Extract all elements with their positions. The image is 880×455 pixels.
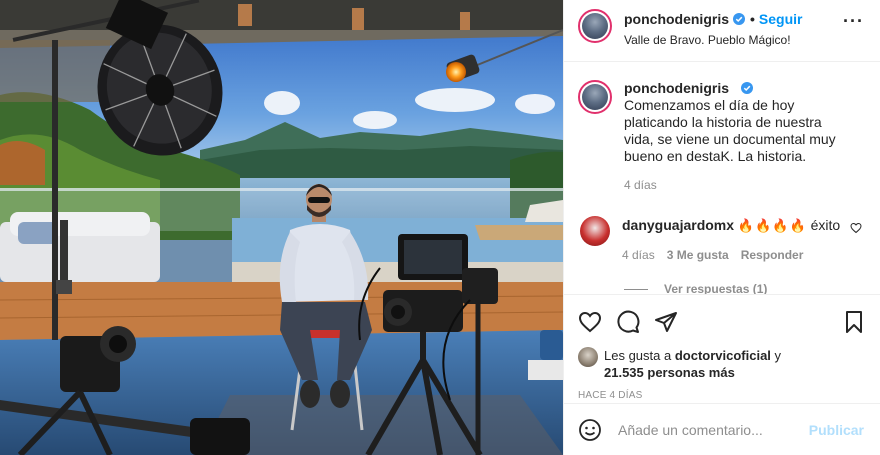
comment-text: éxito [810, 217, 841, 233]
more-horizontal-icon[interactable]: ··· [843, 12, 864, 30]
post-date[interactable]: HACE 4 DÍAS [578, 390, 866, 401]
share-paper-plane-icon[interactable] [654, 310, 678, 334]
liker-username[interactable]: doctorvicoficial [675, 348, 771, 363]
caption-time[interactable]: 4 días [624, 177, 844, 194]
caption-username[interactable]: ponchodenigris [624, 80, 729, 96]
liker-avatar[interactable] [578, 347, 598, 367]
post-image[interactable] [0, 0, 563, 455]
like-heart-icon[interactable] [578, 310, 602, 334]
commenter-avatar[interactable] [580, 216, 610, 246]
comment-username[interactable]: danyguajardomx [622, 217, 734, 233]
instagram-post-modal: ponchodenigris • Seguir Valle de Bravo. … [0, 0, 880, 455]
add-comment-bar: Publicar [564, 403, 880, 455]
post-location[interactable]: Valle de Bravo. Pueblo Mágico! [624, 33, 802, 47]
emoji-smiley-icon[interactable] [578, 418, 602, 442]
post-side-panel: ponchodenigris • Seguir Valle de Bravo. … [563, 0, 880, 455]
post-caption: ponchodenigris Comenzamos el día de hoy … [578, 80, 864, 194]
likes-summary: Les gusta a doctorvicoficial y 21.535 pe… [578, 347, 866, 381]
post-actions: Les gusta a doctorvicoficial y 21.535 pe… [564, 294, 880, 401]
comment-item: danyguajardomx 🔥🔥🔥🔥 éxito 4 días 3 Me gu… [578, 216, 864, 264]
comment-input[interactable] [618, 421, 809, 438]
author-avatar[interactable] [578, 9, 612, 43]
comment-likes[interactable]: 3 Me gusta [667, 246, 729, 264]
comment-time[interactable]: 4 días [622, 246, 655, 264]
comment-bubble-icon[interactable] [616, 310, 640, 334]
verified-badge-icon [740, 82, 753, 94]
author-username[interactable]: ponchodenigris [624, 11, 729, 27]
caption-text: Comenzamos el día de hoy platicando la h… [624, 97, 836, 164]
post-header: ponchodenigris • Seguir Valle de Bravo. … [564, 0, 880, 62]
view-replies-button[interactable]: Ver respuestas (1) [624, 282, 864, 294]
comments-list[interactable]: ponchodenigris Comenzamos el día de hoy … [564, 62, 880, 294]
likes-prefix: Les gusta a [604, 348, 672, 363]
likes-count[interactable]: 21.535 personas más [604, 365, 735, 380]
header-separator: • [750, 11, 755, 27]
comment-like-heart-icon[interactable] [850, 222, 862, 234]
post-photo-illustration [0, 0, 563, 455]
caption-avatar[interactable] [578, 80, 612, 114]
save-bookmark-icon[interactable] [842, 310, 866, 334]
follow-button[interactable]: Seguir [759, 11, 803, 27]
publish-button[interactable]: Publicar [809, 422, 864, 438]
verified-badge-icon [733, 13, 745, 25]
view-replies-label: Ver respuestas (1) [664, 282, 768, 294]
fire-emoji: 🔥🔥🔥🔥 [737, 219, 807, 234]
reply-button[interactable]: Responder [741, 246, 804, 264]
likes-conjunction: y [774, 348, 782, 363]
